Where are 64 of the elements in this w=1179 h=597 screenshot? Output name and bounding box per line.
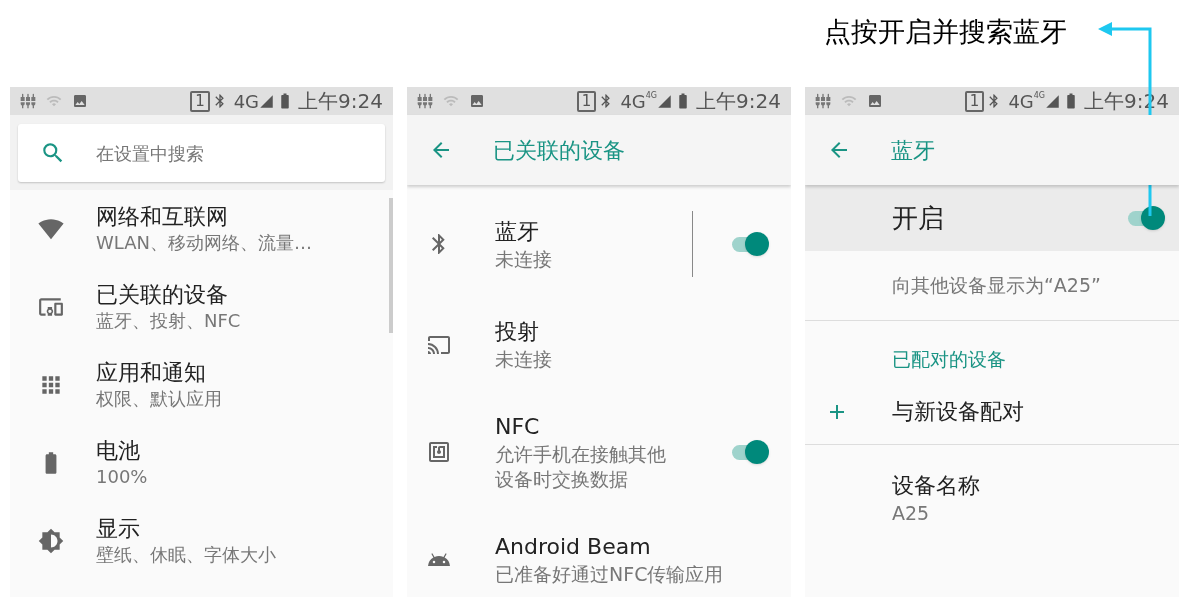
item-subtitle: 已准备好通过NFC传输应用	[495, 562, 724, 587]
network-type: 4G	[1008, 89, 1034, 114]
network-type: 4G	[233, 89, 260, 114]
settings-item[interactable]: Android Beam 已准备好通过NFC传输应用	[407, 512, 791, 597]
item-title: 蓝牙	[495, 217, 540, 246]
item-title: 已关联的设备	[96, 281, 229, 309]
signal-icon	[657, 93, 673, 109]
wifi-icon	[443, 93, 459, 109]
network-type: 4G	[620, 89, 646, 114]
item-title: 投射	[495, 318, 540, 346]
image-icon	[469, 93, 485, 109]
settings-item[interactable]: 蓝牙 未连接	[407, 191, 791, 297]
settings-item[interactable]: 设备名称 A25	[805, 445, 1179, 525]
settings-item[interactable]: 应用和通知 权限、默认应用	[10, 346, 393, 424]
settings-item[interactable]: 已关联的设备 蓝牙、投射、NFC	[10, 268, 393, 346]
wifi-icon	[46, 93, 62, 109]
sim-indicator: 1	[190, 90, 210, 112]
item-subtitle: 蓝牙、投射、NFC	[96, 309, 241, 333]
item-subtitle: 未连接	[495, 347, 552, 372]
visibility-note: 向其他设备显示为“A25”	[892, 273, 1101, 299]
item-subtitle: 壁纸、休眠、字体大小	[96, 543, 276, 567]
wifi-icon	[841, 93, 857, 109]
item-title: NFC	[495, 413, 541, 441]
page-title: 已关联的设备	[493, 136, 625, 165]
network-badge-label: 4G	[1033, 90, 1046, 100]
settings-item[interactable]: 投射 未连接	[407, 297, 791, 392]
item-subtitle: 未连接	[495, 246, 552, 272]
wifi-icon	[38, 216, 64, 242]
notification-icon	[20, 93, 36, 109]
switch-label: 开启	[892, 201, 944, 235]
item-subtitle: A25	[892, 501, 931, 525]
item-subtitle: 允许手机在接触其他设备时交换数据	[495, 442, 667, 492]
nfc-icon	[427, 440, 451, 464]
status-time: 上午9:24	[298, 88, 383, 115]
sim-indicator: 1	[576, 90, 597, 112]
item-subtitle: 100%	[96, 465, 148, 489]
item-title: 设备名称	[892, 472, 981, 500]
sim-indicator: 1	[964, 90, 985, 112]
status-time: 上午9:24	[696, 88, 781, 115]
image-icon	[867, 93, 883, 109]
network-badge-label: 4G	[645, 90, 658, 100]
callout-text: 点按开启并搜索蓝牙	[824, 16, 1067, 47]
item-title: 应用和通知	[96, 359, 207, 387]
brightness-icon	[38, 528, 64, 554]
item-title: 电池	[96, 437, 141, 465]
item-title: 网络和互联网	[96, 203, 229, 231]
item-title: 显示	[96, 515, 141, 543]
item-subtitle: WLAN、移动网络、流量…	[96, 231, 313, 255]
settings-item[interactable]: 显示 壁纸、休眠、字体大小	[10, 502, 393, 580]
signal-icon	[259, 93, 275, 109]
notification-icon	[815, 93, 831, 109]
notification-icon	[417, 93, 433, 109]
settings-item[interactable]: 网络和互联网 WLAN、移动网络、流量…	[10, 190, 393, 268]
signal-icon	[1045, 93, 1061, 109]
pair-device-item[interactable]: 与新设备配对	[805, 379, 1179, 445]
settings-item[interactable]: 电池 100%	[10, 424, 393, 502]
settings-item[interactable]: NFC 允许手机在接触其他设备时交换数据	[407, 392, 791, 512]
search-field[interactable]: 在设置中搜索	[18, 124, 385, 182]
switch-row[interactable]: 开启	[805, 185, 1179, 251]
item-title: Android Beam	[495, 533, 652, 561]
item-subtitle: 权限、默认应用	[96, 387, 222, 411]
page-title: 蓝牙	[891, 136, 935, 165]
section-header: 已配对的设备	[892, 346, 1006, 372]
image-icon	[72, 93, 88, 109]
